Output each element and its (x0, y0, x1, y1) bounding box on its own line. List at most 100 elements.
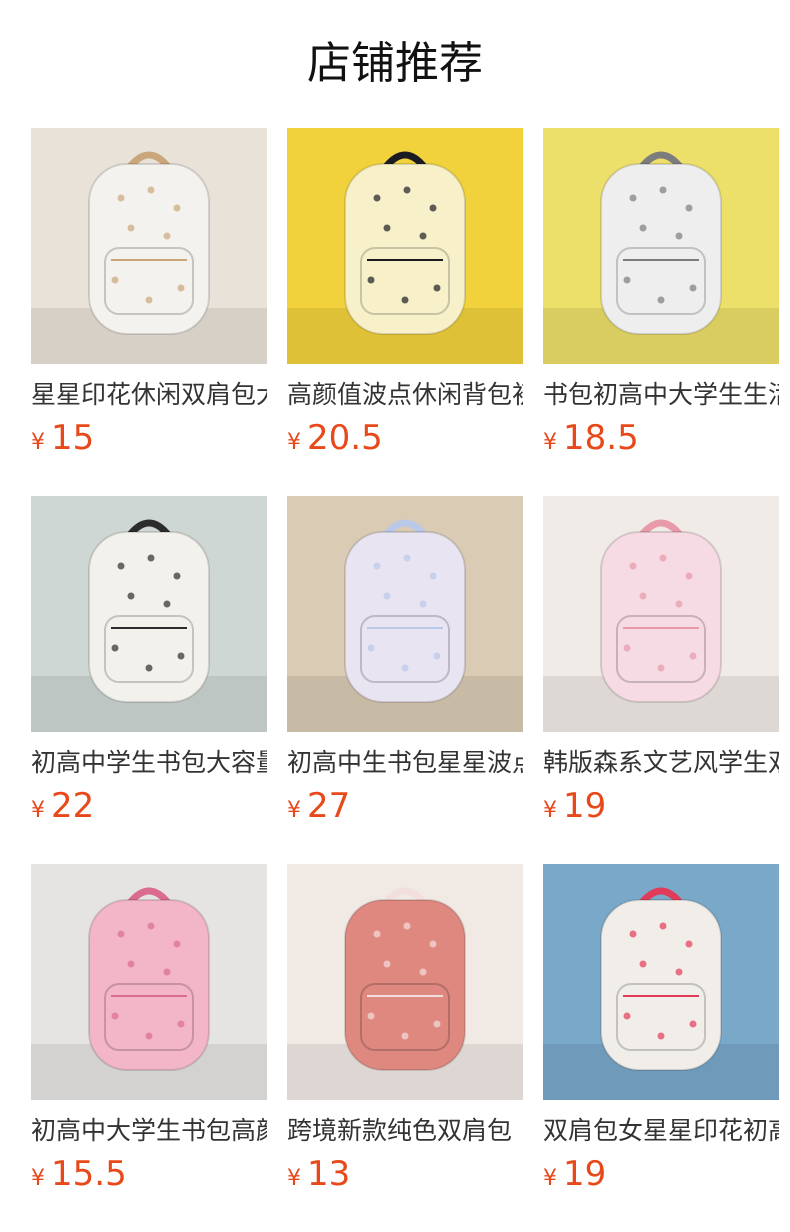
product-name[interactable]: 初高中大学生书包高颜值 (31, 1114, 267, 1148)
product-image[interactable] (31, 864, 267, 1100)
backpack-illustration (543, 128, 779, 364)
pattern-dot (177, 1020, 185, 1028)
product-card[interactable]: 高颜值波点休闲背包初中 ¥20.5 (287, 128, 523, 496)
currency-symbol: ¥ (31, 430, 45, 455)
backpack-illustration (31, 128, 267, 364)
product-image[interactable] (287, 128, 523, 364)
backpack-illustration (287, 496, 523, 732)
currency-symbol: ¥ (543, 798, 557, 823)
product-name[interactable]: 星星印花休闲双肩包大容量 (31, 378, 267, 412)
currency-symbol: ¥ (31, 1166, 45, 1191)
pattern-dot (177, 652, 185, 660)
price-value: 15 (51, 418, 95, 458)
backpack-illustration (287, 128, 523, 364)
product-card[interactable]: 韩版森系文艺风学生双肩包 ¥19 (543, 496, 779, 864)
product-card[interactable]: 书包初高中大学生生活双肩包 ¥18.5 (543, 128, 779, 496)
pattern-dot (111, 276, 119, 284)
product-name[interactable]: 高颜值波点休闲背包初中 (287, 378, 523, 412)
price-value: 22 (51, 786, 95, 826)
pattern-dot (657, 664, 665, 672)
product-name[interactable]: 韩版森系文艺风学生双肩包 (543, 746, 779, 780)
product-price: ¥27 (287, 786, 523, 826)
product-image[interactable] (31, 496, 267, 732)
pattern-dot (173, 940, 181, 948)
currency-symbol: ¥ (543, 1166, 557, 1191)
product-name[interactable]: 双肩包女星星印花初高中 (543, 1114, 779, 1148)
pattern-dot (629, 930, 637, 938)
backpack-illustration (287, 864, 523, 1100)
pattern-dot (403, 186, 411, 194)
product-image[interactable] (543, 496, 779, 732)
product-price: ¥20.5 (287, 418, 523, 458)
product-name[interactable]: 跨境新款纯色双肩包 (287, 1114, 523, 1148)
pattern-dot (111, 644, 119, 652)
backpack-illustration (31, 864, 267, 1100)
product-image[interactable] (543, 128, 779, 364)
backpack-illustration (31, 496, 267, 732)
pattern-dot (419, 968, 427, 976)
pattern-dot (657, 296, 665, 304)
pattern-dot (685, 940, 693, 948)
product-image[interactable] (287, 496, 523, 732)
product-card[interactable]: 双肩包女星星印花初高中 ¥19 (543, 864, 779, 1232)
pattern-dot (117, 194, 125, 202)
product-card[interactable]: 初高中大学生书包高颜值 ¥15.5 (31, 864, 267, 1232)
product-image[interactable] (287, 864, 523, 1100)
product-image[interactable] (543, 864, 779, 1100)
pattern-dot (373, 562, 381, 570)
product-grid: 星星印花休闲双肩包大容量 ¥15 高颜值波点休闲背包初中 ¥20.5 书包初高中… (31, 128, 779, 1232)
pattern-dot (163, 968, 171, 976)
product-price: ¥19 (543, 1154, 779, 1194)
pattern-dot (623, 1012, 631, 1020)
pattern-dot (117, 562, 125, 570)
page-title: 店铺推荐 (307, 38, 483, 89)
pattern-dot (383, 960, 391, 968)
price-value: 19 (563, 786, 607, 826)
pattern-dot (147, 922, 155, 930)
pattern-dot (429, 204, 437, 212)
product-name[interactable]: 书包初高中大学生生活双肩包 (543, 378, 779, 412)
pattern-dot (373, 194, 381, 202)
pattern-dot (639, 592, 647, 600)
pattern-dot (127, 960, 135, 968)
backpack-illustration (543, 496, 779, 732)
pattern-dot (147, 554, 155, 562)
product-price: ¥19 (543, 786, 779, 826)
pattern-dot (117, 930, 125, 938)
pattern-dot (433, 1020, 441, 1028)
pattern-dot (147, 186, 155, 194)
pattern-dot (127, 224, 135, 232)
pattern-dot (623, 644, 631, 652)
pattern-dot (659, 186, 667, 194)
product-price: ¥22 (31, 786, 267, 826)
product-card[interactable]: 星星印花休闲双肩包大容量 ¥15 (31, 128, 267, 496)
pattern-dot (685, 572, 693, 580)
pattern-dot (433, 652, 441, 660)
product-name[interactable]: 初高中生书包星星波点 (287, 746, 523, 780)
pattern-dot (639, 224, 647, 232)
pattern-dot (623, 276, 631, 284)
pattern-dot (373, 930, 381, 938)
price-value: 15.5 (51, 1154, 127, 1194)
pattern-dot (403, 922, 411, 930)
price-value: 19 (563, 1154, 607, 1194)
pattern-dot (367, 644, 375, 652)
pattern-dot (639, 960, 647, 968)
pattern-dot (145, 1032, 153, 1040)
pattern-dot (127, 592, 135, 600)
product-card[interactable]: 初高中生书包星星波点 ¥27 (287, 496, 523, 864)
pattern-dot (433, 284, 441, 292)
backpack-illustration (543, 864, 779, 1100)
currency-symbol: ¥ (287, 1166, 301, 1191)
pattern-dot (685, 204, 693, 212)
product-card[interactable]: 初高中学生书包大容量 ¥22 (31, 496, 267, 864)
pattern-dot (403, 554, 411, 562)
product-card[interactable]: 跨境新款纯色双肩包 ¥13 (287, 864, 523, 1232)
pattern-dot (659, 922, 667, 930)
price-value: 13 (307, 1154, 351, 1194)
pattern-dot (689, 1020, 697, 1028)
product-name[interactable]: 初高中学生书包大容量 (31, 746, 267, 780)
price-value: 20.5 (307, 418, 383, 458)
pattern-dot (419, 600, 427, 608)
product-image[interactable] (31, 128, 267, 364)
